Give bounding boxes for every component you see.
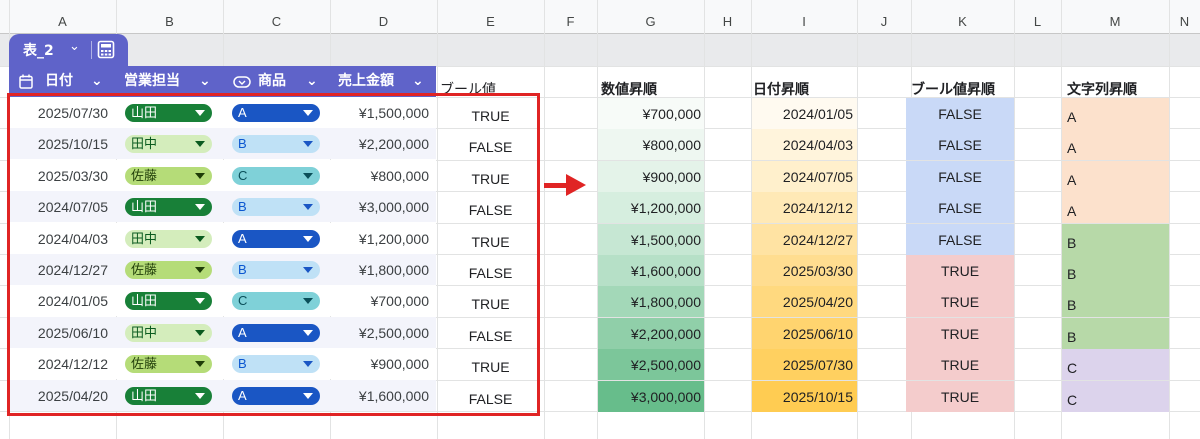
numeric-sorted-cell[interactable]: ¥1,600,000 xyxy=(598,263,701,279)
column-letter-i[interactable]: I xyxy=(751,10,857,34)
column-letter-h[interactable]: H xyxy=(704,10,751,34)
string-cell-fill xyxy=(1062,255,1169,286)
string-cell-fill xyxy=(1062,161,1169,192)
calendar-icon xyxy=(19,74,33,89)
column-header-bar: ABCDEFGHIJKLMN xyxy=(0,0,1200,34)
date-sorted-cell[interactable]: 2024/04/03 xyxy=(752,137,853,153)
table-name[interactable]: 表_2 xyxy=(23,40,54,60)
column-letter-k[interactable]: K xyxy=(911,10,1014,34)
boolean-sorted-cell[interactable]: TRUE xyxy=(906,389,1014,405)
string-cell-fill xyxy=(1062,286,1169,317)
boolean-sorted-cell[interactable]: TRUE xyxy=(906,357,1014,373)
column-letter-d[interactable]: D xyxy=(330,10,437,34)
column-letter-l[interactable]: L xyxy=(1014,10,1061,34)
date-sort-header[interactable]: 日付昇順 xyxy=(753,79,809,99)
table-tab-band xyxy=(0,34,1200,66)
dropdown-chip-icon xyxy=(233,76,251,88)
string-cell-fill xyxy=(1062,192,1169,223)
string-sorted-cell[interactable]: B xyxy=(1067,235,1076,251)
boolean-sorted-cell[interactable]: TRUE xyxy=(906,263,1014,279)
string-cell-fill xyxy=(1062,318,1169,349)
string-sorted-cell[interactable]: C xyxy=(1067,360,1077,376)
highlight-box xyxy=(7,93,540,416)
numeric-sorted-cell[interactable]: ¥3,000,000 xyxy=(598,389,701,405)
numeric-sorted-cell[interactable]: ¥800,000 xyxy=(598,137,701,153)
column-letter-a[interactable]: A xyxy=(9,10,116,34)
numeric-sorted-cell[interactable]: ¥1,200,000 xyxy=(598,200,701,216)
chevron-down-icon[interactable]: ⌄ xyxy=(69,39,80,54)
date-sorted-cell[interactable]: 2025/06/10 xyxy=(752,326,853,342)
boolean-sorted-cell[interactable]: FALSE xyxy=(906,232,1014,248)
date-sorted-cell[interactable]: 2025/07/30 xyxy=(752,357,853,373)
numeric-sorted-cell[interactable]: ¥700,000 xyxy=(598,106,701,122)
column-letter-j[interactable]: J xyxy=(857,10,911,34)
string-sorted-cell[interactable]: A xyxy=(1067,109,1076,125)
boolean-sort-header[interactable]: ブール値昇順 xyxy=(911,79,995,99)
calculator-icon[interactable] xyxy=(97,40,115,59)
numeric-sort-header[interactable]: 数値昇順 xyxy=(601,79,657,99)
column-letter-e[interactable]: E xyxy=(437,10,544,34)
boolean-sorted-cell[interactable]: FALSE xyxy=(906,137,1014,153)
column-letter-c[interactable]: C xyxy=(223,10,330,34)
boolean-sorted-cell[interactable]: TRUE xyxy=(906,326,1014,342)
date-sorted-cell[interactable]: 2025/10/15 xyxy=(752,389,853,405)
date-sorted-cell[interactable]: 2024/12/27 xyxy=(752,232,853,248)
numeric-sorted-cell[interactable]: ¥1,800,000 xyxy=(598,294,701,310)
string-cell-fill xyxy=(1062,129,1169,160)
numeric-sorted-cell[interactable]: ¥900,000 xyxy=(598,169,701,185)
string-sorted-cell[interactable]: B xyxy=(1067,266,1076,282)
table-tab[interactable]: 表_2 ⌄ xyxy=(9,34,128,66)
arrow-right-icon xyxy=(566,174,586,196)
column-letter-m[interactable]: M xyxy=(1061,10,1169,34)
column-letter-n[interactable]: N xyxy=(1169,10,1200,34)
string-sorted-cell[interactable]: C xyxy=(1067,392,1077,408)
string-cell-fill xyxy=(1062,224,1169,255)
string-cell-fill xyxy=(1062,98,1169,129)
column-letter-b[interactable]: B xyxy=(116,10,223,34)
string-sorted-cell[interactable]: B xyxy=(1067,297,1076,313)
date-sorted-cell[interactable]: 2025/03/30 xyxy=(752,263,853,279)
string-sorted-cell[interactable]: A xyxy=(1067,203,1076,219)
date-sorted-cell[interactable]: 2024/07/05 xyxy=(752,169,853,185)
boolean-sorted-cell[interactable]: TRUE xyxy=(906,294,1014,310)
column-letter-g[interactable]: G xyxy=(597,10,704,34)
string-sorted-cell[interactable]: A xyxy=(1067,140,1076,156)
tab-divider xyxy=(91,41,92,59)
numeric-sorted-cell[interactable]: ¥2,200,000 xyxy=(598,326,701,342)
string-sorted-cell[interactable]: B xyxy=(1067,329,1076,345)
date-sorted-cell[interactable]: 2025/04/20 xyxy=(752,294,853,310)
string-sort-header[interactable]: 文字列昇順 xyxy=(1067,79,1137,99)
boolean-sorted-cell[interactable]: FALSE xyxy=(906,169,1014,185)
boolean-sorted-cell[interactable]: FALSE xyxy=(906,200,1014,216)
numeric-sorted-cell[interactable]: ¥1,500,000 xyxy=(598,232,701,248)
date-sorted-cell[interactable]: 2024/01/05 xyxy=(752,106,853,122)
string-cell-fill xyxy=(1062,381,1169,412)
numeric-sorted-cell[interactable]: ¥2,500,000 xyxy=(598,357,701,373)
boolean-sorted-cell[interactable]: FALSE xyxy=(906,106,1014,122)
column-letter-f[interactable]: F xyxy=(544,10,597,34)
string-sorted-cell[interactable]: A xyxy=(1067,172,1076,188)
string-cell-fill xyxy=(1062,349,1169,380)
date-sorted-cell[interactable]: 2024/12/12 xyxy=(752,200,853,216)
